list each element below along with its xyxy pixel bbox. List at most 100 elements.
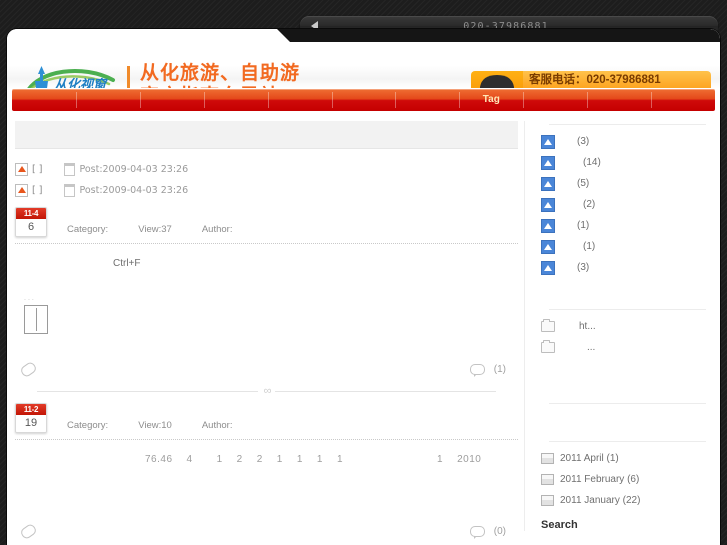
post-meta: Category: View:37 Author: bbox=[67, 207, 232, 235]
post-divider: ∞ bbox=[37, 385, 496, 397]
sidebar-category-item[interactable]: (2) bbox=[541, 194, 714, 215]
sidebar-archive-item[interactable]: 2011 April (1) bbox=[541, 448, 714, 469]
category-count: (1) bbox=[583, 241, 596, 252]
archive-label: 2011 January (22) bbox=[560, 495, 641, 506]
broken-image-icon bbox=[541, 260, 555, 275]
nav-item-10[interactable] bbox=[587, 89, 651, 111]
post-comments[interactable]: (0) bbox=[469, 526, 506, 539]
post-comment-count: (1) bbox=[493, 364, 506, 375]
sidebar-category-list: (3) (14) (5) (2) (1) (1) (3) bbox=[541, 131, 714, 278]
site-logo[interactable]: 从化视窗 www.ConGHua.com bbox=[21, 62, 121, 88]
service-contact-badge[interactable]: 客服电话：020-37986881 客服 QQ：1256428336 bbox=[471, 71, 711, 88]
archive-label: 2011 February (6) bbox=[560, 474, 640, 485]
slogan-line-1: 从化旅游、自助游 bbox=[140, 63, 301, 84]
post-body-text: Ctrl+F bbox=[113, 258, 141, 269]
broken-image-placeholder bbox=[24, 305, 48, 334]
tag-icon[interactable] bbox=[19, 522, 38, 541]
main-navigation[interactable]: Tag bbox=[12, 89, 715, 111]
broken-image-icon bbox=[15, 163, 28, 176]
sidebar-search-title: Search bbox=[541, 519, 578, 531]
post-number: 1 bbox=[336, 454, 344, 465]
meta-brackets: [ ] bbox=[32, 164, 43, 175]
post-author-label: Author: bbox=[201, 420, 233, 431]
post-number: 1 bbox=[216, 454, 223, 465]
post-comments[interactable]: (1) bbox=[469, 364, 506, 377]
svg-text:从化视窗: 从化视窗 bbox=[54, 77, 108, 88]
category-count: (2) bbox=[583, 199, 596, 210]
tag-icon[interactable] bbox=[19, 360, 38, 379]
post-footer: (0) bbox=[15, 520, 518, 541]
post-number: 76.46 bbox=[145, 454, 173, 465]
header-notch bbox=[277, 29, 720, 42]
sidebar-link-label: ht... bbox=[579, 321, 596, 332]
site-slogan: 从化旅游、自助游 官方指南向导站 bbox=[140, 62, 300, 88]
broken-image-icon bbox=[541, 134, 555, 149]
nav-item-tag[interactable]: Tag bbox=[459, 89, 523, 111]
broken-image-icon bbox=[541, 155, 555, 170]
meta-row[interactable]: [ ] Post:2009-04-03 23:26 bbox=[15, 159, 518, 180]
post-date-badge: 11-2 19 bbox=[15, 403, 47, 433]
calendar-icon bbox=[64, 163, 76, 176]
sidebar-archive-list: 2011 April (1) 2011 February (6) 2011 Ja… bbox=[541, 448, 714, 511]
post-category-label[interactable]: Category: bbox=[67, 224, 108, 235]
meta-row[interactable]: [ ] Post:2009-04-03 23:26 bbox=[15, 180, 518, 201]
sidebar-category-item[interactable]: (5) bbox=[541, 173, 714, 194]
post-number: 1 bbox=[316, 454, 323, 465]
category-count: (3) bbox=[577, 136, 590, 147]
sidebar-link-item[interactable]: ht... bbox=[541, 316, 714, 337]
archive-icon bbox=[541, 495, 554, 506]
post-meta: Category: View:10 Author: bbox=[67, 403, 232, 431]
nav-item-4[interactable] bbox=[203, 89, 268, 111]
post-number-tail: 1 bbox=[437, 454, 444, 465]
sidebar-link-item[interactable]: ... bbox=[541, 337, 714, 358]
post-entry: 11-4 6 Category: View:37 Author: Ctrl+F … bbox=[15, 207, 518, 397]
post-category-label[interactable]: Category: bbox=[67, 420, 108, 431]
nav-item-11[interactable] bbox=[651, 89, 715, 111]
post-number: 1 bbox=[276, 454, 283, 465]
post-number-row: 76.46 4 1 2 2 1 1 1 1 1 2010 bbox=[15, 454, 518, 465]
nav-item-2[interactable] bbox=[75, 89, 140, 111]
broken-image-icon bbox=[541, 176, 555, 191]
post-divider-glyph: ∞ bbox=[263, 385, 272, 397]
category-count: (1) bbox=[577, 220, 590, 231]
post-body: 76.46 4 1 2 2 1 1 1 1 1 2010 bbox=[15, 440, 518, 520]
comment-bubble-icon bbox=[469, 526, 485, 539]
sidebar-divider bbox=[549, 403, 706, 404]
nav-item-1[interactable] bbox=[12, 89, 76, 111]
broken-image-icon bbox=[15, 184, 28, 197]
archive-icon bbox=[541, 474, 554, 485]
sidebar-category-item[interactable]: (3) bbox=[541, 257, 714, 278]
post-author-label: Author: bbox=[201, 224, 233, 235]
post-comment-count: (0) bbox=[493, 526, 506, 537]
sidebar-category-item[interactable]: (1) bbox=[541, 215, 714, 236]
meta-post-date: Post:2009-04-03 23:26 bbox=[79, 185, 189, 196]
sidebar-category-item[interactable]: (1) bbox=[541, 236, 714, 257]
meta-post-date: Post:2009-04-03 23:26 bbox=[79, 164, 189, 175]
sidebar-link-label: ... bbox=[587, 342, 596, 353]
category-count: (5) bbox=[577, 178, 590, 189]
post-date-month: 11-4 bbox=[16, 208, 46, 219]
post-number: 1 bbox=[296, 454, 303, 465]
nav-item-6[interactable] bbox=[331, 89, 396, 111]
post-date-day: 6 bbox=[16, 219, 46, 236]
post-date-day: 19 bbox=[16, 415, 46, 432]
post-date-badge: 11-4 6 bbox=[15, 207, 47, 237]
sunglasses-avatar-icon bbox=[471, 71, 523, 88]
nav-item-9[interactable] bbox=[523, 89, 587, 111]
post-body: Ctrl+F ... bbox=[15, 244, 518, 358]
nav-item-5[interactable] bbox=[267, 89, 332, 111]
sidebar-category-item[interactable]: (3) bbox=[541, 131, 714, 152]
folder-icon bbox=[541, 319, 555, 332]
nav-item-7[interactable] bbox=[395, 89, 459, 111]
sidebar-category-item[interactable]: (14) bbox=[541, 152, 714, 173]
web-page: 从化视窗 www.ConGHua.com 从化旅游、自助游 官方指南向导站 bbox=[7, 29, 720, 545]
sidebar-archive-item[interactable]: 2011 January (22) bbox=[541, 490, 714, 511]
post-number: 4 bbox=[186, 454, 193, 465]
post-header: 11-4 6 Category: View:37 Author: bbox=[15, 207, 518, 237]
broken-image-icon bbox=[541, 218, 555, 233]
category-count: (3) bbox=[577, 262, 590, 273]
post-number: 2 bbox=[256, 454, 263, 465]
nav-item-3[interactable] bbox=[139, 89, 204, 111]
post-entry: 11-2 19 Category: View:10 Author: 76.46 … bbox=[15, 403, 518, 545]
sidebar-archive-item[interactable]: 2011 February (6) bbox=[541, 469, 714, 490]
